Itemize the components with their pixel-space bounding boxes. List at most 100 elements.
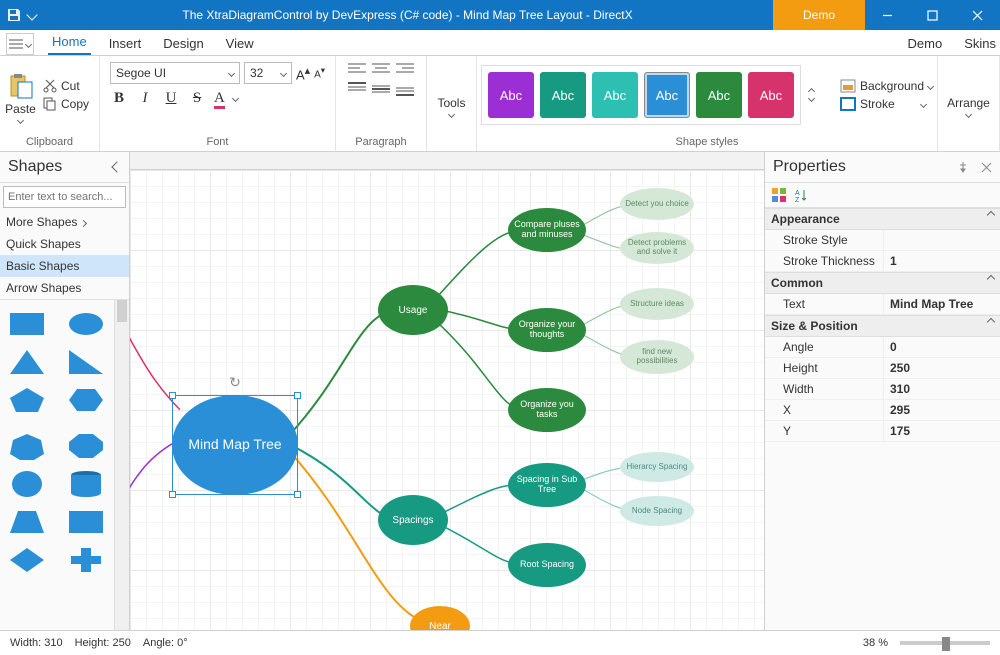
ribbon: Paste Cut Copy Clipboard Segoe UI 32 A▴ … [0, 56, 1000, 152]
node-usage[interactable]: Usage [378, 285, 448, 335]
cat-basic-shapes[interactable]: Basic Shapes [0, 255, 129, 277]
copy-button[interactable]: Copy [43, 97, 89, 111]
valign-bot-icon[interactable] [396, 82, 414, 96]
zoom-slider[interactable] [900, 641, 990, 645]
bold-button[interactable]: B [110, 90, 128, 107]
tab-design[interactable]: Design [159, 32, 207, 55]
font-family-combo[interactable]: Segoe UI [110, 62, 240, 84]
qat-dropdown-icon[interactable] [26, 9, 37, 20]
font-color-dropdown-icon[interactable] [232, 95, 239, 102]
tab-insert[interactable]: Insert [105, 32, 146, 55]
prop-x[interactable]: X295 [765, 400, 1000, 421]
close-button[interactable] [955, 0, 1000, 30]
node-node-spacing[interactable]: Node Spacing [620, 496, 694, 526]
section-common[interactable]: Common [771, 276, 823, 290]
cat-quick-shapes[interactable]: Quick Shapes [0, 233, 129, 255]
styles-scroll-down-icon[interactable] [808, 95, 815, 102]
shape-parallelogram[interactable] [67, 508, 105, 536]
section-appearance[interactable]: Appearance [771, 212, 840, 226]
node-compare[interactable]: Compare pluses and minuses [508, 208, 586, 252]
node-structure-ideas[interactable]: Structure ideas [620, 288, 694, 320]
tab-home[interactable]: Home [48, 30, 91, 55]
tab-skins[interactable]: Skins [960, 32, 1000, 55]
font-color-button[interactable]: A [214, 90, 225, 107]
italic-button[interactable]: I [136, 90, 154, 107]
prop-width[interactable]: Width310 [765, 379, 1000, 400]
node-detect-problems[interactable]: Detect problems and solve it [620, 232, 694, 264]
align-center-icon[interactable] [372, 62, 390, 76]
diagram-canvas[interactable]: ↻ Mind Map Tree Usage Spacings Near Comp… [130, 152, 765, 630]
shape-heptagon[interactable] [8, 432, 46, 460]
strike-button[interactable]: S [188, 90, 206, 107]
close-panel-icon[interactable] [981, 162, 992, 173]
gallery-scrollbar[interactable] [114, 300, 129, 630]
align-right-icon[interactable] [396, 62, 414, 76]
underline-button[interactable]: U [162, 90, 180, 107]
cut-button[interactable]: Cut [43, 79, 89, 93]
shape-ellipse[interactable] [67, 310, 105, 338]
pin-icon[interactable] [957, 161, 969, 173]
shape-trapezoid[interactable] [8, 508, 46, 536]
shrink-font-icon[interactable]: A▾ [314, 65, 325, 80]
node-detect-choice[interactable]: Detect you choice [620, 188, 694, 220]
shape-triangle[interactable] [8, 348, 46, 376]
style-swatch-2[interactable]: Abc [592, 72, 638, 118]
style-swatch-5[interactable]: Abc [748, 72, 794, 118]
rotate-handle-icon[interactable]: ↻ [229, 374, 241, 391]
stroke-button[interactable]: Stroke [840, 97, 933, 111]
style-swatch-3[interactable]: Abc [644, 72, 690, 118]
background-button[interactable]: Background [840, 79, 933, 93]
alphabetical-icon[interactable]: AZ [793, 187, 809, 203]
status-width: Width: 310 [10, 637, 63, 649]
shape-right-triangle[interactable] [67, 348, 105, 376]
node-spacing-sub[interactable]: Spacing in Sub Tree [508, 463, 586, 507]
prop-y[interactable]: Y175 [765, 421, 1000, 442]
arrange-button[interactable]: Arrange [942, 86, 995, 117]
shape-pentagon[interactable] [8, 386, 46, 414]
node-hierarchy[interactable]: Hierarcy Spacing [620, 452, 694, 482]
grow-font-icon[interactable]: A▴ [296, 64, 310, 82]
prop-stroke-thickness[interactable]: Stroke Thickness1 [765, 251, 1000, 272]
collapse-shapes-icon[interactable] [111, 161, 122, 172]
shape-diamond[interactable] [8, 546, 46, 574]
section-size-position[interactable]: Size & Position [771, 319, 858, 333]
shape-hexagon[interactable] [67, 386, 105, 414]
ribbon-tabs: Home Insert Design View Demo Skins [0, 30, 1000, 56]
prop-text[interactable]: TextMind Map Tree [765, 294, 1000, 315]
style-swatch-4[interactable]: Abc [696, 72, 742, 118]
prop-height[interactable]: Height250 [765, 358, 1000, 379]
style-swatch-0[interactable]: Abc [488, 72, 534, 118]
style-swatch-1[interactable]: Abc [540, 72, 586, 118]
shape-octagon[interactable] [67, 432, 105, 460]
cat-arrow-shapes[interactable]: Arrow Shapes [0, 277, 129, 299]
node-spacings[interactable]: Spacings [378, 495, 448, 545]
demo-button[interactable]: Demo [773, 0, 865, 30]
shape-rectangle[interactable] [8, 310, 46, 338]
font-size-combo[interactable]: 32 [244, 62, 292, 84]
prop-stroke-style[interactable]: Stroke Style [765, 230, 1000, 251]
categorized-icon[interactable] [771, 187, 787, 203]
node-organize-thoughts[interactable]: Organize your thoughts [508, 308, 586, 352]
node-find-new[interactable]: find new possibilities [620, 340, 694, 374]
minimize-button[interactable] [865, 0, 910, 30]
valign-mid-icon[interactable] [372, 82, 390, 96]
save-icon[interactable] [6, 7, 22, 23]
shape-cylinder[interactable] [67, 470, 105, 498]
file-menu-button[interactable] [6, 33, 34, 55]
node-root-spacing[interactable]: Root Spacing [508, 543, 586, 587]
align-left-icon[interactable] [348, 62, 366, 76]
shape-plus[interactable] [67, 546, 105, 574]
shapes-search[interactable] [3, 186, 126, 208]
node-organize-tasks[interactable]: Organize you tasks [508, 388, 586, 432]
prop-angle[interactable]: Angle0 [765, 337, 1000, 358]
paste-button[interactable]: Paste [4, 68, 37, 123]
shape-circle[interactable] [8, 470, 46, 498]
maximize-button[interactable] [910, 0, 955, 30]
valign-top-icon[interactable] [348, 82, 366, 96]
tools-button[interactable]: Tools [431, 86, 472, 117]
tab-view[interactable]: View [222, 32, 258, 55]
cat-more-shapes[interactable]: More Shapes [0, 211, 129, 233]
tab-demo[interactable]: Demo [904, 32, 947, 55]
node-root[interactable]: Mind Map Tree [172, 395, 298, 495]
shapes-search-input[interactable] [8, 191, 150, 203]
